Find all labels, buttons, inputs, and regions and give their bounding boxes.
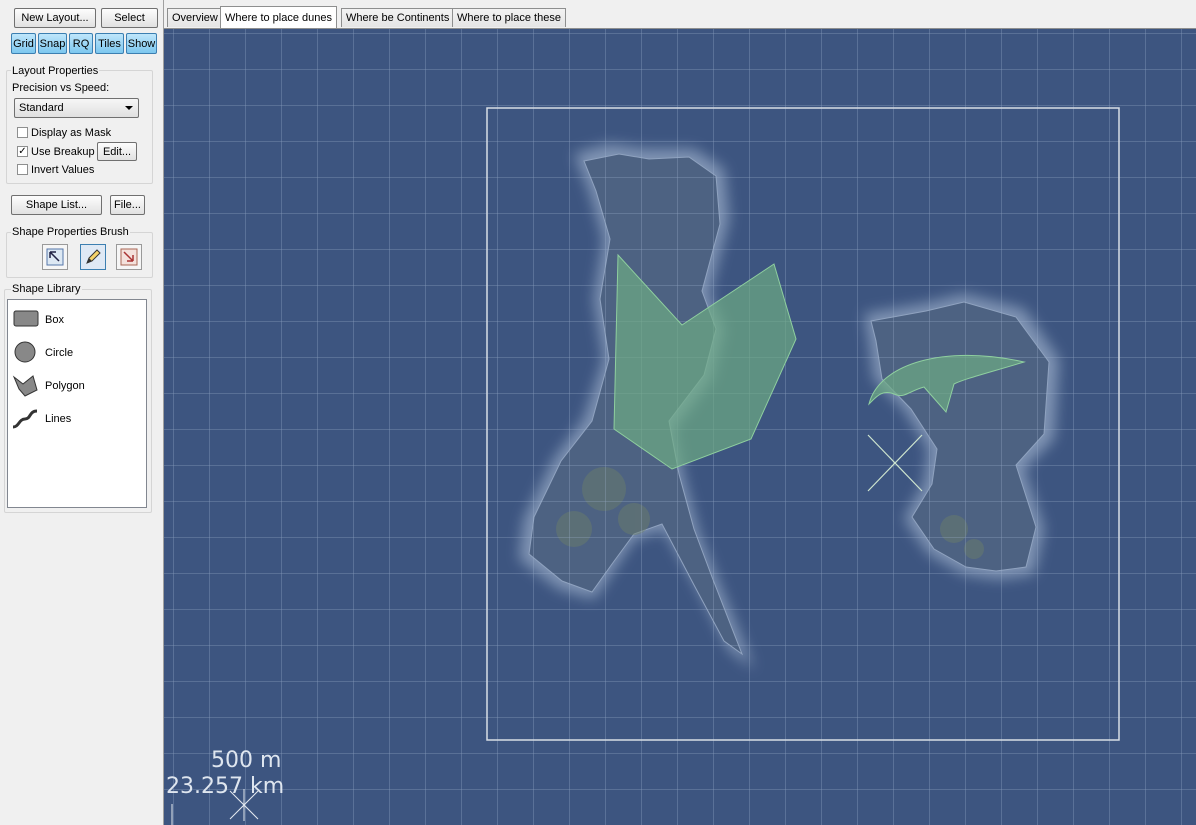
- left-panel: New Layout... Select Grid Snap RQ Tiles …: [0, 0, 164, 825]
- map-canvas[interactable]: [164, 29, 1196, 825]
- display-as-mask-checkbox[interactable]: [17, 127, 28, 138]
- shape-properties-brush-title: Shape Properties Brush: [11, 226, 130, 238]
- invert-values-label: Invert Values: [31, 164, 95, 176]
- use-breakup-checkbox[interactable]: ✓: [17, 146, 28, 157]
- box-shape-icon: [13, 310, 39, 327]
- brush-pencil-button[interactable]: [80, 244, 106, 270]
- library-item-label: Lines: [45, 413, 72, 425]
- select-arrow-icon: [46, 248, 64, 266]
- shape-list-button[interactable]: Shape List...: [11, 195, 102, 215]
- layout-tabs: Overview Where to place dunes Where be C…: [164, 0, 1196, 29]
- tab-where-be-continents[interactable]: Where be Continents: [341, 8, 455, 27]
- rq-toggle-button[interactable]: RQ: [69, 33, 93, 54]
- display-as-mask-label: Display as Mask: [31, 127, 112, 139]
- snap-toggle-button[interactable]: Snap: [38, 33, 67, 54]
- precision-value: Standard: [19, 102, 64, 114]
- select-button[interactable]: Select: [101, 8, 158, 28]
- brush-select-button[interactable]: [42, 244, 68, 270]
- brush-stamp-button[interactable]: [116, 244, 142, 270]
- library-item-label: Polygon: [45, 380, 85, 392]
- chevron-down-icon: [125, 106, 133, 110]
- invert-values-checkbox[interactable]: [17, 164, 28, 175]
- map-viewport[interactable]: 500 m 23.257 km: [164, 29, 1196, 825]
- precision-dropdown[interactable]: Standard: [14, 98, 139, 118]
- stamp-arrow-icon: [120, 248, 138, 266]
- grid-toggle-button[interactable]: Grid: [11, 33, 36, 54]
- library-item-label: Circle: [45, 347, 74, 359]
- polygon-shape-icon: [12, 375, 38, 397]
- new-layout-button[interactable]: New Layout...: [14, 8, 96, 28]
- edit-breakup-button[interactable]: Edit...: [97, 142, 137, 161]
- layout-properties-title: Layout Properties: [11, 65, 100, 77]
- precision-label: Precision vs Speed:: [12, 82, 110, 94]
- tab-overview[interactable]: Overview: [167, 8, 223, 27]
- lines-shape-icon: [12, 409, 38, 429]
- tiles-toggle-button[interactable]: Tiles: [95, 33, 124, 54]
- use-breakup-label: Use Breakup: [31, 146, 95, 158]
- checkmark-icon: ✓: [18, 146, 27, 157]
- file-button[interactable]: File...: [110, 195, 145, 215]
- pencil-icon: [86, 249, 101, 264]
- scale-grid-label: 500 m: [211, 748, 282, 773]
- show-toggle-button[interactable]: Show: [126, 33, 157, 54]
- circle-shape-icon: [14, 341, 36, 363]
- library-item-label: Box: [45, 314, 64, 326]
- tab-where-to-place-dunes[interactable]: Where to place dunes: [220, 6, 338, 28]
- tab-where-to-place-these[interactable]: Where to place these: [452, 8, 566, 27]
- scale-extent-label: 23.257 km: [166, 774, 285, 799]
- shape-library-title: Shape Library: [11, 283, 82, 295]
- shape-library-list: Box Circle Polygon Lines: [7, 299, 147, 508]
